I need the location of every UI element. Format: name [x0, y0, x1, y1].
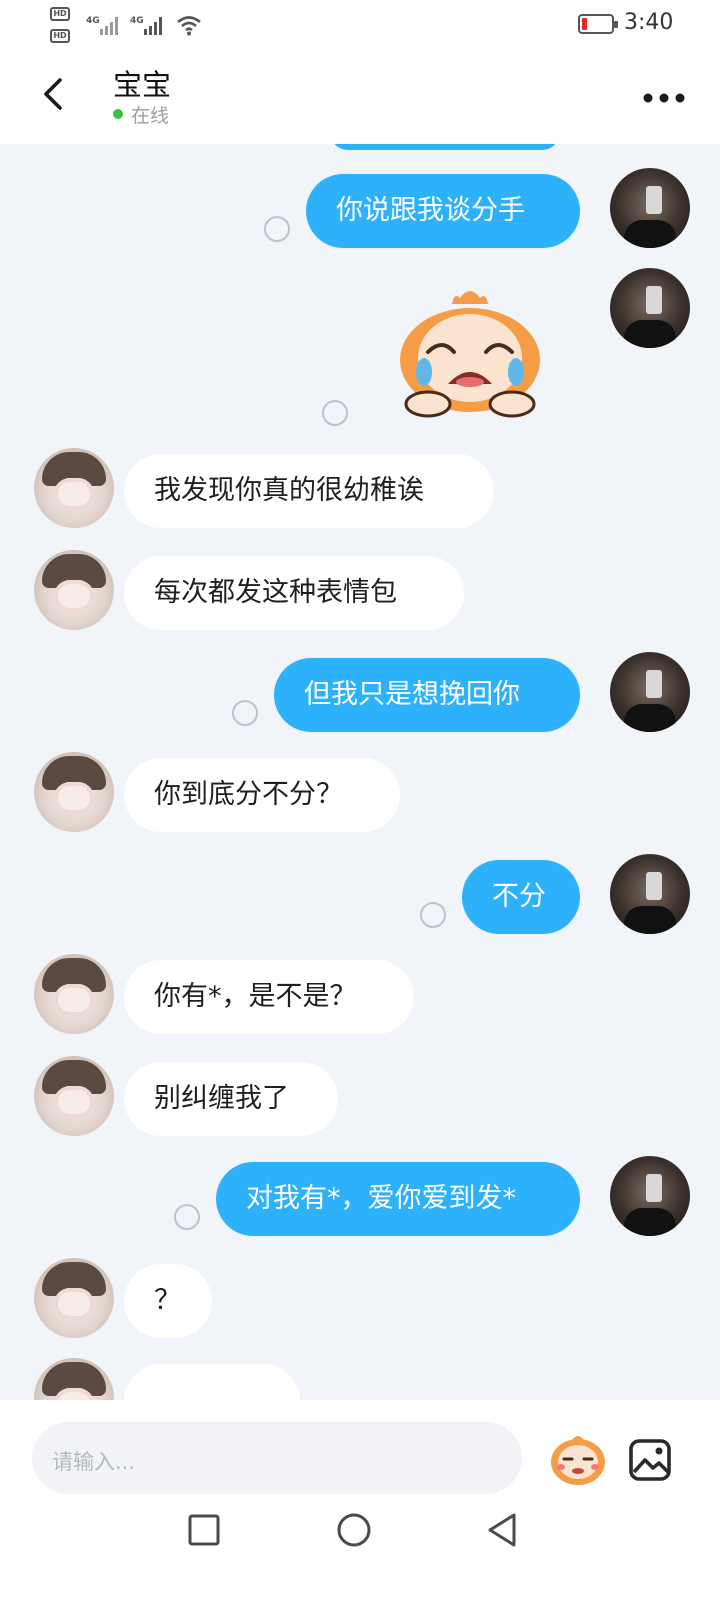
message-bubble-sent[interactable]: 不分	[462, 860, 580, 934]
message-bubble-received[interactable]: 别纠缠我了	[124, 1062, 338, 1136]
message-bubble-sent[interactable]: 但我只是想挽回你	[274, 658, 580, 732]
my-avatar[interactable]	[610, 652, 690, 732]
message-bubble-received-partial[interactable]	[124, 1364, 300, 1400]
message-row: 你有*，是不是？	[0, 954, 720, 1038]
message-bubble-received[interactable]: ？	[124, 1264, 212, 1338]
input-placeholder: 请输入...	[52, 1450, 136, 1474]
message-bubble-received[interactable]: 你到底分不分？	[124, 758, 400, 832]
read-status-icon	[264, 216, 290, 242]
contact-avatar[interactable]	[34, 1258, 114, 1338]
my-avatar[interactable]	[610, 854, 690, 934]
network-label-2: 4G	[130, 16, 144, 26]
chevron-left-icon[interactable]	[36, 72, 76, 116]
contact-avatar[interactable]	[34, 752, 114, 832]
signal-icon-2: 4G	[130, 16, 162, 35]
my-avatar[interactable]	[610, 1156, 690, 1236]
message-list[interactable]: 你说跟我谈分手 我发现你真的很幼稚诶 每次都发这种表情包 但我只是想挽回你 你到…	[0, 144, 720, 1400]
signal-icon: 4G	[86, 16, 118, 35]
message-row: 对我有*，爱你爱到发*	[0, 1156, 720, 1240]
message-row: 不分	[0, 854, 720, 938]
battery-icon	[578, 14, 618, 34]
message-row	[0, 268, 720, 428]
my-avatar[interactable]	[610, 168, 690, 248]
message-row: 你到底分不分？	[0, 752, 720, 836]
home-icon[interactable]	[334, 1510, 374, 1550]
message-row: 但我只是想挽回你	[0, 652, 720, 736]
message-bubble-sent[interactable]: 你说跟我谈分手	[306, 174, 580, 248]
hd-indicator-2: HD	[50, 29, 70, 43]
hd-indicator: HD	[50, 7, 70, 21]
read-status-icon	[174, 1204, 200, 1230]
contact-avatar[interactable]	[34, 1056, 114, 1136]
crying-cartoon-sticker[interactable]	[388, 284, 552, 420]
wifi-icon	[177, 16, 201, 36]
read-status-icon	[232, 700, 258, 726]
online-dot	[113, 109, 123, 119]
online-status: 在线	[131, 105, 170, 127]
more-dots-icon[interactable]	[640, 78, 688, 118]
message-row: ？	[0, 1258, 720, 1342]
contact-avatar[interactable]	[34, 448, 114, 528]
input-bar: 请输入...	[0, 1400, 720, 1600]
read-status-icon	[322, 400, 348, 426]
message-bubble-received[interactable]: 每次都发这种表情包	[124, 556, 464, 630]
clock: 3:40	[624, 10, 674, 35]
previous-message-edge	[330, 144, 560, 150]
message-bubble-received[interactable]: 你有*，是不是？	[124, 960, 414, 1034]
message-row: 别纠缠我了	[0, 1056, 720, 1140]
my-avatar[interactable]	[610, 268, 690, 348]
contact-avatar[interactable]	[34, 550, 114, 630]
emoji-icon[interactable]	[548, 1430, 608, 1488]
back-triangle-icon[interactable]	[482, 1510, 522, 1550]
recents-icon[interactable]	[184, 1510, 224, 1550]
read-status-icon	[420, 902, 446, 928]
contact-avatar[interactable]	[34, 1358, 114, 1400]
message-row-partial	[0, 1358, 720, 1400]
image-icon[interactable]	[628, 1438, 672, 1482]
network-label: 4G	[86, 16, 100, 26]
message-row: 你说跟我谈分手	[0, 168, 720, 252]
contact-avatar[interactable]	[34, 954, 114, 1034]
chat-title: 宝宝	[113, 68, 172, 102]
message-row: 每次都发这种表情包	[0, 550, 720, 634]
chat-header: 宝宝 在线	[0, 50, 720, 144]
message-bubble-received[interactable]: 我发现你真的很幼稚诶	[124, 454, 494, 528]
message-bubble-sent[interactable]: 对我有*，爱你爱到发*	[216, 1162, 580, 1236]
message-row: 我发现你真的很幼稚诶	[0, 448, 720, 532]
status-bar: HD HD 4G 4G 3:40	[0, 0, 720, 50]
